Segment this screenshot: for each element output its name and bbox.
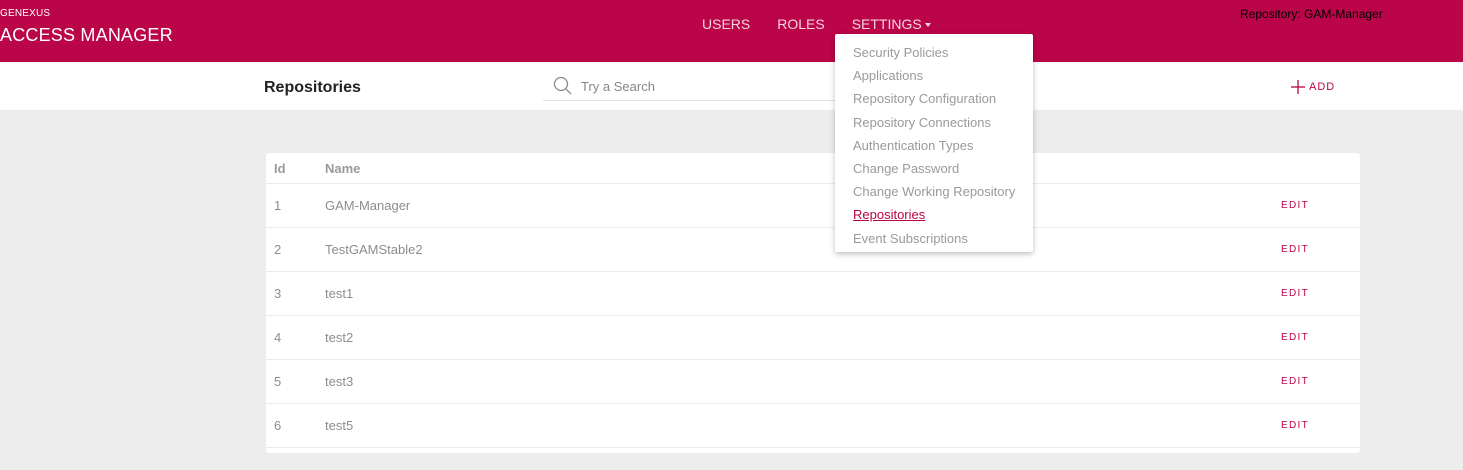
- row-name: TestGAMStable2: [325, 242, 423, 257]
- table-row: 6 test5 EDIT: [266, 404, 1360, 448]
- edit-button[interactable]: EDIT: [1281, 332, 1309, 343]
- menu-item-authentication-types[interactable]: Authentication Types: [835, 136, 1033, 159]
- add-label: ADD: [1309, 81, 1336, 93]
- table-row: 5 test3 EDIT: [266, 360, 1360, 404]
- menu-item-security-policies[interactable]: Security Policies: [835, 43, 1033, 66]
- edit-button[interactable]: EDIT: [1281, 420, 1309, 431]
- menu-item-repository-configuration[interactable]: Repository Configuration: [835, 89, 1033, 112]
- repositories-table: Id Name 1 GAM-Manager EDIT 2 TestGAMStab…: [266, 153, 1360, 453]
- search-icon: [553, 76, 572, 95]
- table-row: 4 test2 EDIT: [266, 316, 1360, 360]
- row-id: 2: [274, 242, 282, 257]
- page-title: Repositories: [264, 79, 361, 96]
- nav-users[interactable]: USERS: [702, 16, 750, 32]
- nav-settings-label: SETTINGS: [851, 16, 922, 32]
- table-header-row: Id Name: [266, 153, 1360, 184]
- row-id: 5: [274, 374, 282, 389]
- settings-dropdown-menu: Security Policies Applications Repositor…: [835, 34, 1033, 252]
- row-name: test2: [325, 330, 354, 345]
- menu-item-repositories[interactable]: Repositories: [835, 205, 1033, 228]
- top-header: GENEXUS ACCESS MANAGER USERS ROLES SETTI…: [0, 0, 1463, 62]
- column-header-name: Name: [325, 161, 361, 176]
- row-id: 4: [274, 330, 282, 345]
- edit-button[interactable]: EDIT: [1281, 200, 1309, 211]
- edit-button[interactable]: EDIT: [1281, 376, 1309, 387]
- plus-icon: [1291, 80, 1305, 94]
- search-box: [543, 73, 843, 101]
- brand-small: GENEXUS: [0, 8, 51, 19]
- menu-item-applications[interactable]: Applications: [835, 66, 1033, 89]
- edit-button[interactable]: EDIT: [1281, 244, 1309, 255]
- edit-button[interactable]: EDIT: [1281, 288, 1309, 299]
- menu-item-change-working-repository[interactable]: Change Working Repository: [835, 182, 1033, 205]
- row-id: 1: [274, 198, 282, 213]
- nav-roles[interactable]: ROLES: [777, 16, 824, 32]
- add-button[interactable]: ADD: [1291, 80, 1335, 94]
- row-name: test1: [325, 286, 354, 301]
- table-row: 2 TestGAMStable2 EDIT: [266, 228, 1360, 272]
- row-name: GAM-Manager: [325, 198, 411, 213]
- table-row: 3 test1 EDIT: [266, 272, 1360, 316]
- row-name: test3: [325, 374, 354, 389]
- row-name: test5: [325, 418, 354, 433]
- repository-indicator: Repository: GAM-Manager: [1240, 7, 1383, 21]
- chevron-down-icon: [924, 23, 931, 27]
- menu-item-change-password[interactable]: Change Password: [835, 159, 1033, 182]
- column-header-id: Id: [274, 161, 286, 176]
- main-nav: USERS ROLES SETTINGS: [702, 16, 958, 32]
- nav-settings[interactable]: SETTINGS: [852, 16, 931, 32]
- search-input[interactable]: [579, 76, 829, 96]
- table-row: 1 GAM-Manager EDIT: [266, 184, 1360, 228]
- menu-item-repository-connections[interactable]: Repository Connections: [835, 113, 1033, 136]
- menu-item-event-subscriptions[interactable]: Event Subscriptions: [835, 229, 1033, 252]
- subheader: Repositories ADD: [0, 62, 1463, 110]
- row-id: 6: [274, 418, 282, 433]
- brand-title[interactable]: ACCESS MANAGER: [0, 25, 173, 46]
- row-id: 3: [274, 286, 282, 301]
